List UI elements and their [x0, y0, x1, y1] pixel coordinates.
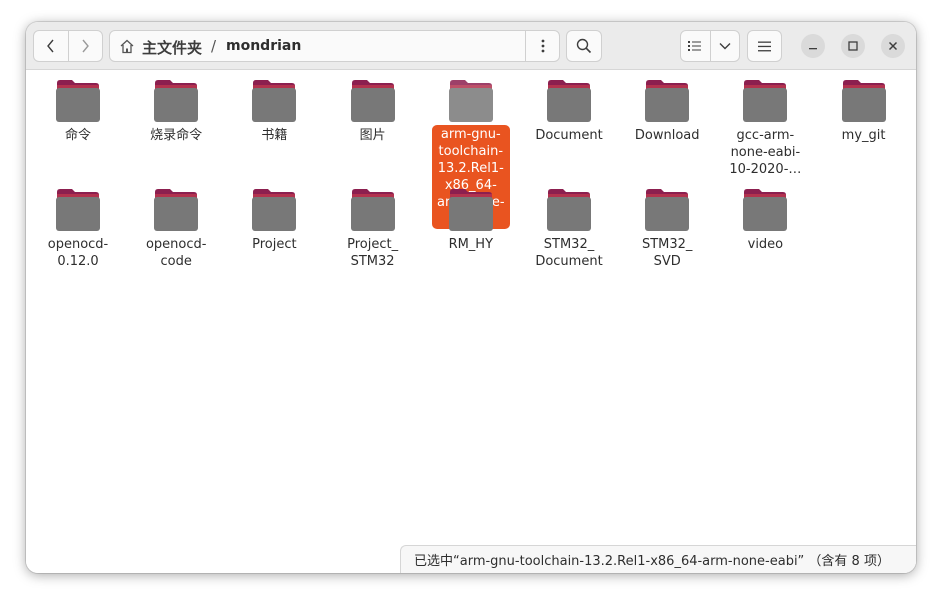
folder-item[interactable]: Download — [621, 79, 713, 144]
folder-icon — [252, 189, 297, 231]
list-view-button[interactable] — [681, 31, 710, 61]
view-switcher — [680, 30, 740, 62]
folder-label: openocd- code — [145, 237, 207, 269]
folder-item[interactable]: my_git — [818, 79, 910, 144]
folder-item[interactable]: Document — [523, 79, 615, 144]
hamburger-menu-icon — [758, 41, 771, 51]
folder-icon — [252, 80, 297, 122]
folder-icon — [645, 80, 690, 122]
view-options-button[interactable] — [709, 31, 739, 61]
folder-icon — [448, 80, 493, 122]
file-grid: 命令 烧录命令 书籍 图片 arm-gnu- toolchain- 13.2.Rel1-… — [26, 71, 916, 573]
minimize-icon — [809, 48, 817, 50]
folder-icon — [743, 80, 788, 122]
folder-item[interactable]: Project — [228, 188, 320, 253]
folder-item[interactable]: STM32_ Document — [523, 188, 615, 270]
folder-item[interactable]: video — [719, 188, 811, 253]
folder-icon — [56, 189, 100, 231]
folder-icon — [350, 189, 395, 231]
folder-label: gcc-arm- none-eabi- 10-2020-… — [729, 128, 802, 177]
close-icon — [888, 41, 898, 51]
folder-item[interactable]: 烧录命令 — [130, 79, 222, 144]
folder-icon — [56, 80, 100, 122]
folder-item[interactable]: RM_HY — [425, 188, 517, 253]
list-view-icon — [688, 41, 702, 51]
home-icon[interactable] — [119, 39, 135, 54]
folder-label: 烧录命令 — [150, 128, 203, 143]
folder-label: Project — [252, 237, 297, 252]
search-icon — [576, 38, 592, 54]
folder-item[interactable]: openocd- 0.12.0 — [32, 188, 124, 270]
folder-item[interactable]: STM32_ SVD — [621, 188, 713, 270]
folder-icon — [645, 189, 690, 231]
folder-label: openocd- 0.12.0 — [47, 237, 109, 269]
navigation-buttons — [33, 30, 103, 62]
main-menu-button[interactable] — [747, 30, 782, 62]
status-text: 已选中“arm-gnu-toolchain-13.2.Rel1-x86_64-a… — [414, 554, 890, 569]
headerbar: 主文件夹 / mondrian — [26, 22, 916, 70]
folder-label: Document — [535, 128, 603, 143]
maximize-button[interactable] — [841, 34, 865, 58]
folder-label: 图片 — [359, 128, 386, 143]
breadcrumb-current[interactable]: mondrian — [226, 38, 301, 54]
folder-icon — [841, 80, 886, 122]
maximize-icon — [848, 41, 858, 51]
folder-label: Project_ STM32 — [347, 237, 399, 269]
folder-icon — [350, 80, 395, 122]
vertical-ellipsis-icon — [541, 39, 545, 53]
folder-label: video — [747, 237, 784, 252]
folder-icon — [547, 189, 591, 231]
folder-item[interactable]: 图片 — [327, 79, 419, 144]
folder-item[interactable]: Project_ STM32 — [327, 188, 419, 270]
chevron-left-icon — [47, 39, 54, 53]
folder-icon — [154, 189, 199, 231]
breadcrumb-separator: / — [211, 37, 217, 55]
chevron-down-icon — [719, 43, 731, 50]
folder-label: RM_HY — [448, 237, 494, 252]
folder-label: STM32_ SVD — [641, 237, 693, 269]
folder-label: Download — [634, 128, 700, 143]
back-button[interactable] — [34, 31, 68, 61]
folder-label: STM32_ Document — [535, 237, 603, 269]
folder-icon — [743, 189, 788, 231]
minimize-button[interactable] — [801, 34, 825, 58]
forward-button[interactable] — [67, 31, 102, 61]
path-menu-button[interactable] — [526, 31, 560, 61]
breadcrumb-home[interactable]: 主文件夹 — [142, 37, 202, 58]
folder-item[interactable]: 书籍 — [228, 79, 320, 144]
status-bar: 已选中“arm-gnu-toolchain-13.2.Rel1-x86_64-a… — [400, 545, 916, 573]
folder-label: 书籍 — [261, 128, 288, 143]
folder-icon — [154, 80, 199, 122]
folder-label: my_git — [841, 128, 886, 143]
folder-item[interactable]: gcc-arm- none-eabi- 10-2020-… — [719, 79, 811, 178]
folder-label: 命令 — [64, 128, 91, 143]
folder-item[interactable]: 命令 — [32, 79, 124, 144]
close-button[interactable] — [881, 34, 905, 58]
folder-icon — [547, 80, 591, 122]
folder-icon — [448, 189, 493, 231]
file-manager-window: 主文件夹 / mondrian 命令 烧录命令 书籍 图片 arm-gnu- t… — [26, 22, 916, 573]
path-bar: 主文件夹 / mondrian — [109, 30, 560, 62]
chevron-right-icon — [82, 39, 90, 53]
search-button[interactable] — [566, 30, 602, 62]
folder-item[interactable]: openocd- code — [130, 188, 222, 270]
